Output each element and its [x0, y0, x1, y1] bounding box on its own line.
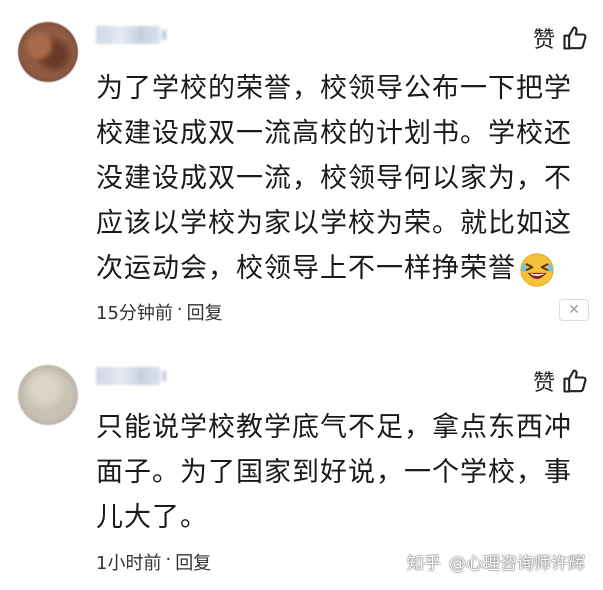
avatar[interactable]	[18, 365, 78, 425]
meta-separator: ·	[165, 549, 172, 570]
meta-separator: ·	[176, 299, 183, 320]
comment-line: 面子。为了国家到好说，一个学校，事	[96, 457, 572, 488]
like-button[interactable]: 赞	[533, 22, 589, 54]
avatar[interactable]	[18, 22, 78, 82]
comment-line-text: 次运动会，校领导上不一样挣荣誉	[96, 253, 516, 284]
comment-line: 为了学校的荣誉，校领导公布一下把学	[96, 73, 572, 104]
thumbs-up-icon	[563, 26, 587, 50]
like-label: 赞	[532, 28, 555, 53]
comment-time: 15分钟前	[96, 303, 173, 324]
reply-link[interactable]: 回复	[187, 299, 223, 325]
username-blurred[interactable]	[96, 26, 160, 44]
watermark-site: 知乎	[407, 554, 441, 574]
comment-meta: 15分钟前 · 回复	[96, 299, 223, 325]
like-label: 赞	[532, 371, 555, 396]
comment-text: 只能说学校教学底气不足，拿点东西冲 面子。为了国家到好说，一个学校，事 儿大了。	[96, 405, 586, 540]
comment-line: 只能说学校教学底气不足，拿点东西冲	[96, 412, 572, 443]
laughing-squint-emoji-icon	[520, 252, 554, 287]
watermark-author: @心理咨询师许辉	[449, 554, 585, 574]
comment-text: 为了学校的荣誉，校领导公布一下把学 校建设成双一流高校的计划书。学校还 没建设成…	[96, 66, 586, 291]
comment-line-last: 次运动会，校领导上不一样挣荣誉	[96, 246, 586, 291]
comment-time: 1小时前	[96, 553, 162, 574]
username-blurred[interactable]	[96, 367, 160, 385]
watermark: 知乎 @心理咨询师许辉	[407, 549, 585, 574]
like-button[interactable]: 赞	[533, 365, 589, 397]
comment-item: 赞 为了学校的荣誉，校领导公布一下把学 校建设成双一流高校的计划书。学校还 没建…	[0, 0, 603, 345]
comment-line: 儿大了。	[96, 502, 208, 533]
comment-line: 校建设成双一流高校的计划书。学校还	[96, 118, 572, 149]
comment-meta: 1小时前 · 回复	[96, 549, 211, 575]
comment-line: 没建设成双一流，校领导何以家为，不	[96, 163, 572, 194]
reply-link[interactable]: 回复	[175, 549, 211, 575]
comment-line: 应该以学校为家以学校为荣。就比如这	[96, 208, 572, 239]
dismiss-button[interactable]: ✕	[559, 299, 589, 321]
close-icon: ✕	[568, 302, 580, 318]
thumbs-up-icon	[563, 369, 587, 393]
